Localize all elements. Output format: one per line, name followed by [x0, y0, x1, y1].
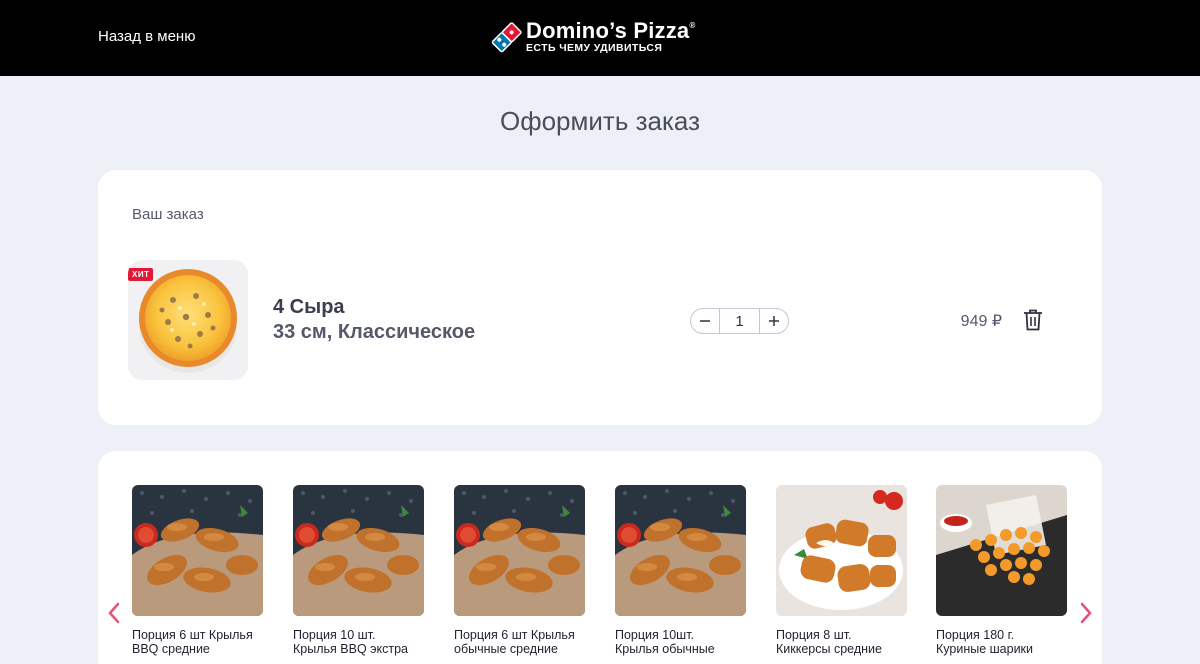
dominos-logo[interactable]: Domino’s Pizza® ЕСТЬ ЧЕМУ УДИВИТЬСЯ: [490, 18, 720, 58]
hit-badge: ХИТ: [128, 268, 154, 281]
order-item-details: 33 см, Классическое: [273, 321, 476, 343]
chicken-wings-image: [454, 485, 585, 616]
product-image: [293, 485, 424, 616]
product-image: [936, 485, 1067, 616]
increase-quantity-button[interactable]: [760, 309, 788, 333]
product-name: Порция 6 шт Крылья BBQ средние: [132, 628, 253, 656]
domino-tile-icon: [491, 22, 522, 53]
product-image: [132, 485, 263, 616]
trash-icon[interactable]: [1022, 308, 1044, 332]
product-name: Порция 10 шт. Крылья BBQ экстра: [293, 628, 409, 656]
chicken-wings-image: [615, 485, 746, 616]
order-item-image: ХИТ: [128, 260, 248, 380]
product-name: Порция 8 шт. Киккерсы средние: [776, 628, 882, 656]
logo-wordmark: Domino’s Pizza®: [526, 18, 696, 43]
product-name: Порция 6 шт Крылья обычные средние: [454, 628, 575, 656]
upsell-product[interactable]: Порция 180 г. Куриные шарики: [936, 485, 1071, 656]
upsell-carousel: Порция 6 шт Крылья BBQ средние Порция 10…: [98, 451, 1102, 664]
chevron-right-icon[interactable]: [1076, 601, 1096, 625]
chevron-left-icon[interactable]: [104, 601, 124, 625]
product-image: [615, 485, 746, 616]
plus-icon: [769, 316, 779, 326]
upsell-product[interactable]: Порция 6 шт Крылья BBQ средние: [132, 485, 267, 656]
upsell-product[interactable]: Порция 10шт. Крылья обычные: [615, 485, 750, 656]
top-header: Назад в меню Domino’s Pizza® ЕСТЬ ЧЕМУ У…: [0, 0, 1200, 76]
quantity-stepper: 1: [690, 308, 789, 334]
quantity-value[interactable]: 1: [719, 309, 760, 333]
logo-tagline: ЕСТЬ ЧЕМУ УДИВИТЬСЯ: [526, 42, 663, 54]
order-card: Ваш заказ ХИТ 4 Сыра 33 см, Классическое…: [98, 170, 1102, 425]
chicken-nuggets-image: [776, 485, 907, 616]
upsell-product[interactable]: Порция 8 шт. Киккерсы средние: [776, 485, 911, 656]
decrease-quantity-button[interactable]: [691, 309, 719, 333]
order-item-price: 949 ₽: [960, 313, 1002, 330]
order-heading: Ваш заказ: [132, 206, 204, 223]
product-image: [454, 485, 585, 616]
chicken-wings-image: [293, 485, 424, 616]
chicken-balls-image: [936, 485, 1067, 616]
back-to-menu-link[interactable]: Назад в меню: [98, 28, 195, 45]
upsell-product[interactable]: Порция 10 шт. Крылья BBQ экстра: [293, 485, 428, 656]
product-name: Порция 10шт. Крылья обычные: [615, 628, 715, 656]
minus-icon: [700, 320, 710, 322]
product-image: [776, 485, 907, 616]
chicken-wings-image: [132, 485, 263, 616]
page-title: Оформить заказ: [499, 106, 701, 136]
order-item-name: 4 Сыра: [273, 296, 345, 318]
product-name: Порция 180 г. Куриные шарики: [936, 628, 1034, 656]
upsell-product[interactable]: Порция 6 шт Крылья обычные средние: [454, 485, 589, 656]
